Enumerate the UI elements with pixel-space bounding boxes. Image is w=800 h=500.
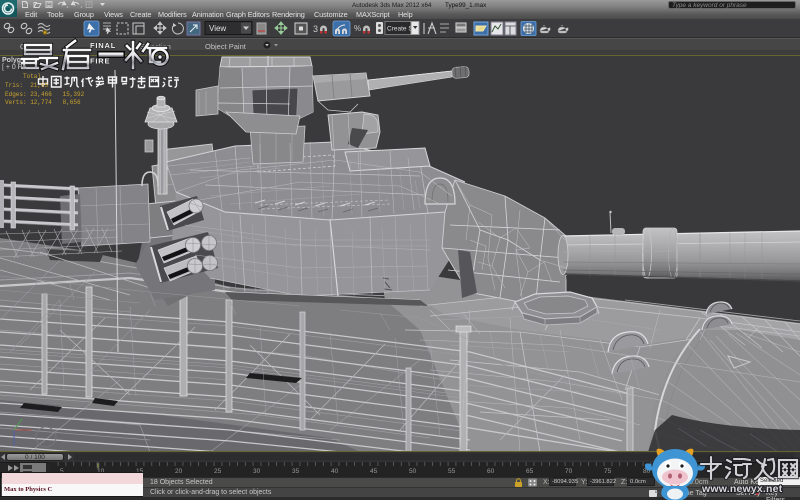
svg-text:FIRE: FIRE [90,57,110,66]
svg-text:FINAL: FINAL [90,41,116,50]
svg-text:www.newyx.net: www.newyx.net [701,483,783,495]
